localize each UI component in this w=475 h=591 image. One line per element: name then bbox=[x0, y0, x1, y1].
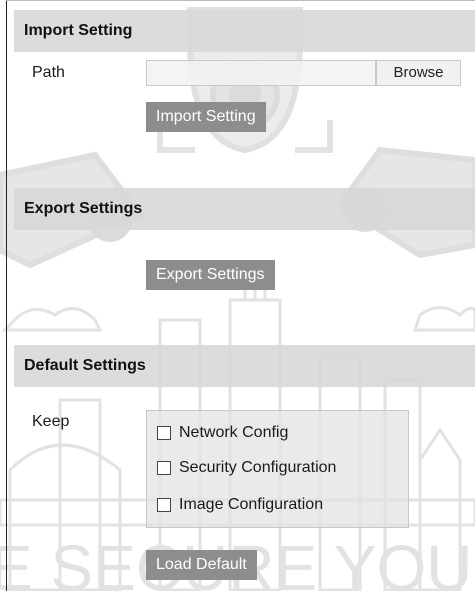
security-configuration-checkbox[interactable] bbox=[157, 461, 171, 475]
import-section-title: Import Setting bbox=[24, 22, 133, 39]
export-section-header: Export Settings bbox=[14, 188, 475, 230]
path-input[interactable] bbox=[146, 60, 376, 86]
import-setting-button[interactable]: Import Setting bbox=[146, 102, 266, 132]
browse-button[interactable]: Browse bbox=[376, 60, 461, 86]
network-config-label: Network Config bbox=[179, 424, 289, 441]
image-configuration-option[interactable]: Image Configuration bbox=[157, 496, 323, 514]
keep-label: Keep bbox=[32, 413, 70, 430]
export-settings-button[interactable]: Export Settings bbox=[146, 260, 275, 290]
image-configuration-label: Image Configuration bbox=[179, 496, 324, 513]
security-configuration-option[interactable]: Security Configuration bbox=[157, 459, 336, 477]
path-label: Path bbox=[32, 64, 65, 81]
default-section-header: Default Settings bbox=[14, 345, 475, 387]
image-configuration-checkbox[interactable] bbox=[157, 498, 171, 512]
security-configuration-label: Security Configuration bbox=[179, 459, 337, 476]
export-section-title: Export Settings bbox=[24, 200, 143, 217]
panel-top-border bbox=[6, 0, 475, 1]
default-section-title: Default Settings bbox=[24, 357, 146, 374]
network-config-option[interactable]: Network Config bbox=[157, 424, 288, 442]
load-default-button[interactable]: Load Default bbox=[146, 550, 257, 580]
import-section-header: Import Setting bbox=[14, 10, 475, 52]
network-config-checkbox[interactable] bbox=[157, 426, 171, 440]
panel-left-border bbox=[6, 0, 7, 591]
